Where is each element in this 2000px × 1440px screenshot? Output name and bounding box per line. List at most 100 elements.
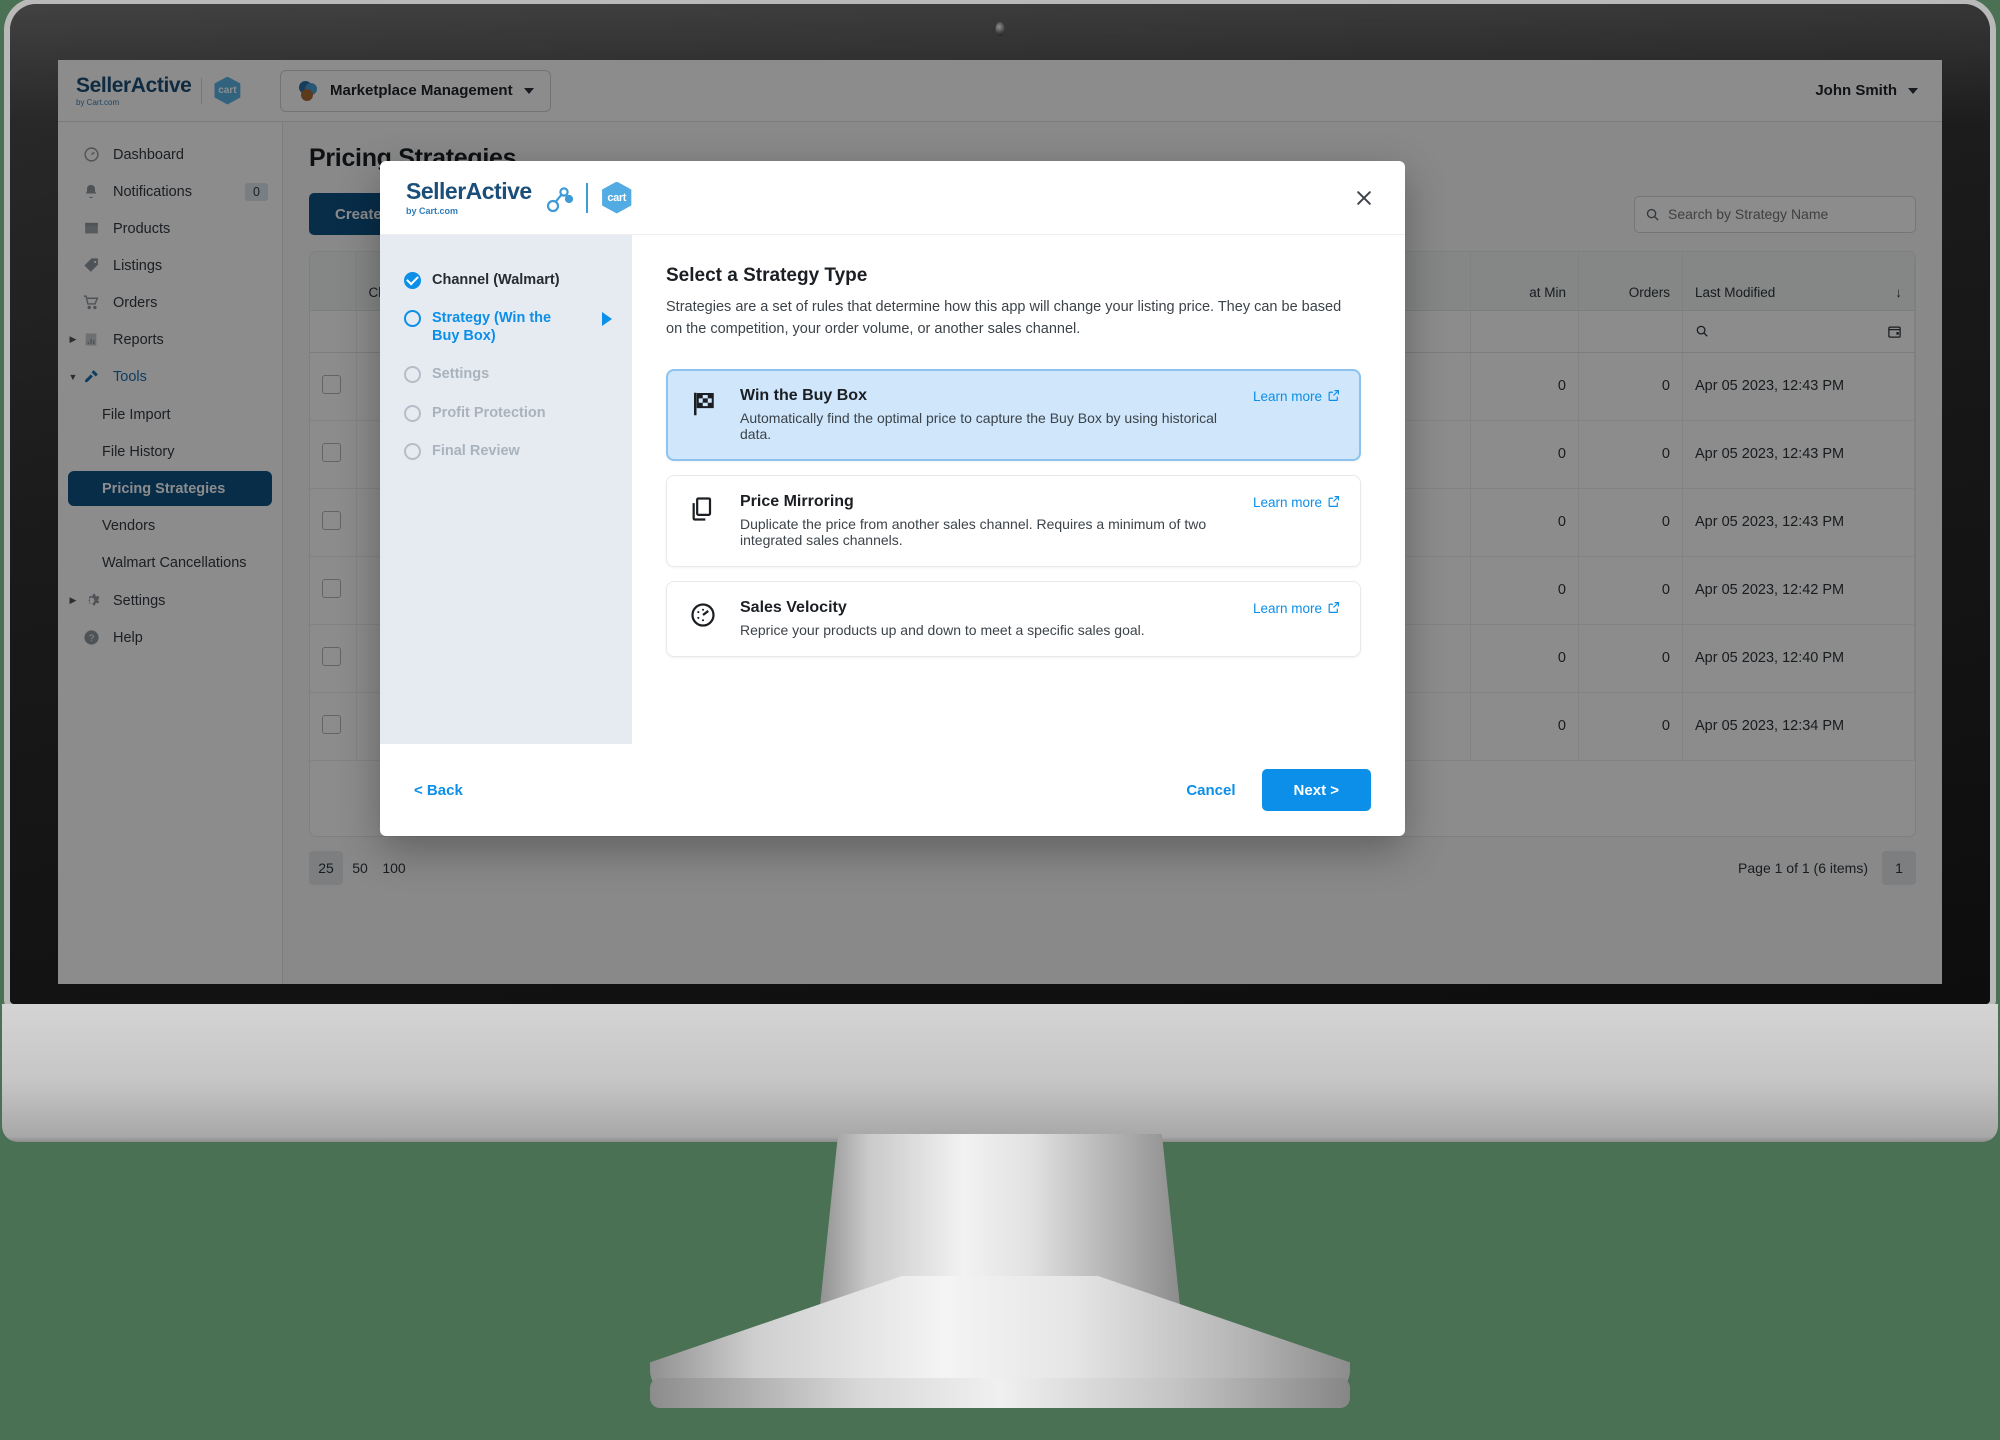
- step-label: Final Review: [432, 442, 520, 459]
- row-checkbox[interactable]: [322, 442, 341, 462]
- pagination-info: Page 1 of 1 (6 items): [1738, 860, 1868, 876]
- row-orders: 0: [1578, 420, 1683, 489]
- sidebar-label: File History: [102, 443, 175, 460]
- column-last-modified[interactable]: Last Modified ↓: [1682, 252, 1915, 311]
- workspace-selector[interactable]: Marketplace Management: [280, 69, 551, 112]
- sidebar-item-vendors[interactable]: Vendors: [68, 508, 272, 543]
- sidebar-label: Vendors: [102, 517, 156, 534]
- sidebar-label: File Import: [102, 406, 171, 423]
- strategy-card-sales-velocity[interactable]: Sales Velocity Reprice your products up …: [666, 580, 1361, 657]
- row-checkbox[interactable]: [322, 714, 341, 734]
- row-checkbox[interactable]: [322, 374, 341, 394]
- row-checkbox-cell[interactable]: [310, 488, 357, 557]
- sidebar-item-file-history[interactable]: File History: [68, 434, 272, 469]
- sidebar-item-reports[interactable]: ▶ Reports: [58, 321, 282, 358]
- user-name: John Smith: [1815, 82, 1897, 99]
- row-at-min: 0: [1470, 624, 1579, 693]
- sidebar-item-help[interactable]: ? Help: [58, 619, 282, 656]
- panel-title: Select a Strategy Type: [666, 265, 868, 286]
- learn-more-link[interactable]: Learn more: [1253, 599, 1340, 638]
- page-size-50[interactable]: 50: [343, 851, 377, 885]
- filter-cell-last-modified[interactable]: [1682, 310, 1915, 353]
- sidebar-item-walmart-cancellations[interactable]: Walmart Cancellations: [68, 545, 272, 580]
- column-orders[interactable]: Orders: [1578, 252, 1683, 311]
- learn-more-label: Learn more: [1252, 494, 1322, 510]
- tag-icon: [80, 257, 102, 274]
- step-final-review: Final Review: [404, 442, 612, 460]
- brand-name: SellerActive: [76, 73, 192, 97]
- calendar-icon[interactable]: [1887, 324, 1902, 339]
- sidebar-label: Products: [113, 220, 171, 237]
- monitor: SellerActive by Cart.com cart Marketplac…: [2, 4, 1998, 1408]
- sort-desc-icon[interactable]: ↓: [1895, 285, 1902, 300]
- column-last-modified-label: Last Modified: [1695, 284, 1776, 300]
- sidebar-label: Tools: [113, 368, 147, 385]
- learn-more-link[interactable]: Learn more: [1253, 387, 1340, 442]
- pagination: 25 50 100 Page 1 of 1 (6 items) 1: [309, 851, 1916, 885]
- search-icon[interactable]: [1695, 324, 1709, 338]
- search-box[interactable]: [1634, 195, 1916, 233]
- column-at-min[interactable]: at Min: [1470, 252, 1579, 311]
- close-icon[interactable]: [1347, 181, 1381, 215]
- cart-logo-icon: cart: [214, 76, 241, 105]
- row-checkbox-cell[interactable]: [310, 692, 357, 761]
- sidebar-item-products[interactable]: Products: [58, 210, 282, 247]
- current-page-input[interactable]: 1: [1882, 851, 1916, 885]
- cancel-button[interactable]: Cancel: [1186, 782, 1235, 799]
- back-button[interactable]: < Back: [414, 782, 463, 799]
- circle-icon: [404, 404, 421, 422]
- user-menu[interactable]: John Smith: [1815, 82, 1918, 99]
- sidebar-item-settings[interactable]: ▶ Settings: [58, 582, 282, 619]
- filter-cell-at-min: [1470, 310, 1579, 353]
- learn-more-label: Learn more: [1252, 600, 1322, 616]
- card-title: Sales Velocity: [740, 598, 847, 616]
- row-orders: 0: [1578, 352, 1683, 421]
- row-checkbox-cell[interactable]: [310, 420, 357, 489]
- chevron-down-icon: [523, 87, 534, 94]
- wizard-steps: Channel (Walmart) Strategy (Win the Buy …: [380, 235, 632, 744]
- sidebar-item-tools[interactable]: ▼ Tools: [58, 358, 282, 395]
- row-checkbox-cell[interactable]: [310, 352, 357, 421]
- strategy-card-win-the-buy-box[interactable]: Win the Buy Box Automatically find the o…: [666, 368, 1361, 461]
- step-label: Strategy (Win the Buy Box): [432, 310, 552, 345]
- app-logo: SellerActive by Cart.com cart: [76, 75, 266, 107]
- modal-brand-name: SellerActive: [406, 177, 532, 204]
- logo-divider: [585, 182, 588, 213]
- select-all-column[interactable]: [310, 252, 357, 311]
- filter-cell-check: [310, 310, 357, 353]
- sidebar-item-pricing-strategies[interactable]: Pricing Strategies: [68, 471, 272, 506]
- circle-icon: [404, 442, 421, 460]
- search-input[interactable]: [1668, 206, 1905, 222]
- strategy-card-price-mirroring[interactable]: Price Mirroring Duplicate the price from…: [666, 474, 1361, 567]
- step-channel[interactable]: Channel (Walmart): [404, 271, 612, 289]
- sidebar-label: Help: [113, 629, 143, 646]
- row-at-min: 0: [1470, 692, 1579, 761]
- play-triangle-icon: [602, 312, 612, 327]
- row-checkbox[interactable]: [322, 646, 341, 666]
- strategy-card-list: Win the Buy Box Automatically find the o…: [666, 368, 1361, 671]
- sidebar-label: Reports: [113, 331, 164, 348]
- row-checkbox[interactable]: [322, 578, 341, 598]
- chart-icon: [80, 331, 102, 348]
- row-last-modified: Apr 05 2023, 12:42 PM: [1682, 556, 1915, 625]
- chevron-down-icon: ▼: [68, 371, 78, 382]
- row-checkbox-cell[interactable]: [310, 556, 357, 625]
- sidebar-item-notifications[interactable]: Notifications 0: [58, 173, 282, 210]
- card-description: Duplicate the price from another sales c…: [740, 515, 1207, 548]
- brand-tagline: by Cart.com: [76, 97, 120, 107]
- page-size-100[interactable]: 100: [377, 851, 411, 885]
- step-strategy[interactable]: Strategy (Win the Buy Box): [404, 309, 612, 345]
- learn-more-link[interactable]: Learn more: [1253, 493, 1340, 548]
- sidebar-item-orders[interactable]: Orders: [58, 284, 282, 321]
- sidebar: Dashboard Notifications 0 Products Listi…: [58, 122, 283, 984]
- row-at-min: 0: [1470, 420, 1579, 489]
- page-size-25[interactable]: 25: [309, 851, 343, 885]
- notifications-badge: 0: [245, 182, 268, 201]
- sidebar-item-file-import[interactable]: File Import: [68, 397, 272, 432]
- row-checkbox-cell[interactable]: [310, 624, 357, 693]
- sidebar-item-dashboard[interactable]: Dashboard: [58, 136, 282, 173]
- next-button[interactable]: Next >: [1261, 769, 1371, 811]
- circle-icon: [404, 366, 421, 384]
- sidebar-item-listings[interactable]: Listings: [58, 247, 282, 284]
- row-checkbox[interactable]: [322, 510, 341, 530]
